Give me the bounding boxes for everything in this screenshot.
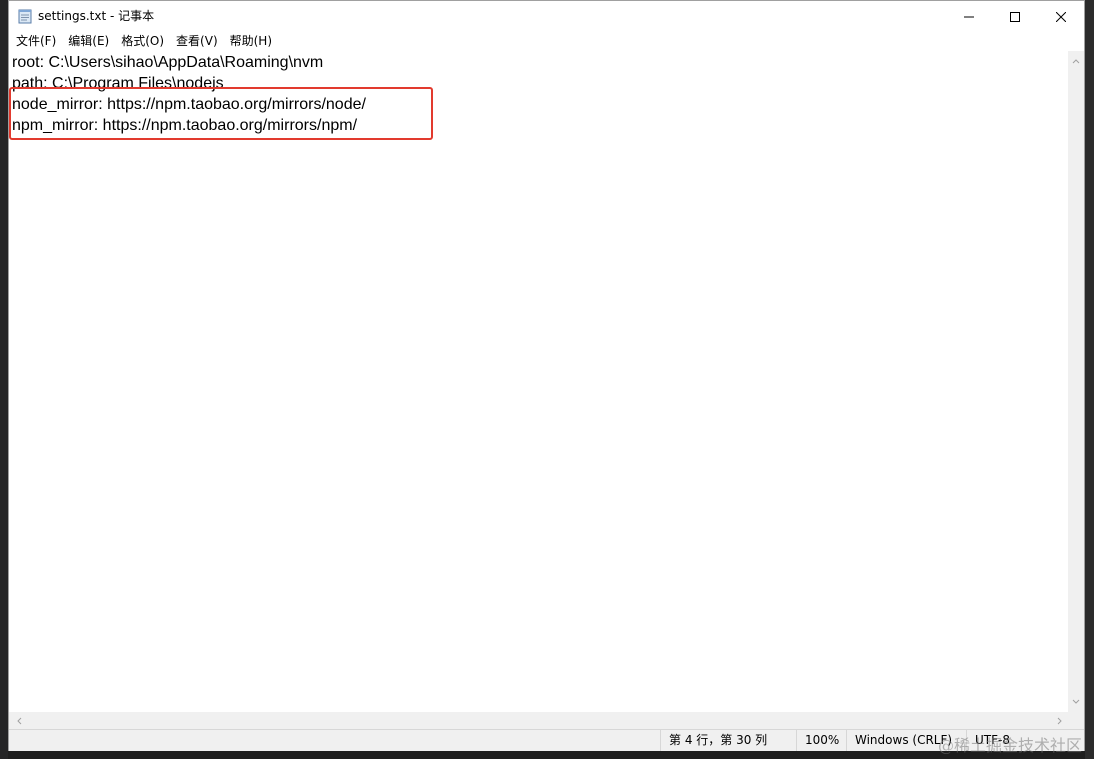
text-editor[interactable]: root: C:\Users\sihao\AppData\Roaming\nvm…: [9, 51, 1070, 712]
menu-view[interactable]: 查看(V): [170, 31, 224, 51]
highlight-annotation-box: [9, 87, 433, 140]
scroll-down-icon[interactable]: [1068, 694, 1084, 710]
scroll-left-icon[interactable]: [11, 713, 27, 729]
maximize-button[interactable]: [992, 1, 1038, 31]
menu-file[interactable]: 文件(F): [10, 31, 62, 51]
status-bar: 第 4 行，第 30 列 100% Windows (CRLF) UTF-8: [9, 729, 1084, 751]
menu-format[interactable]: 格式(O): [115, 31, 170, 51]
horizontal-scrollbar[interactable]: [9, 712, 1070, 729]
scrollbar-corner: [1068, 712, 1084, 729]
text-line: root: C:\Users\sihao\AppData\Roaming\nvm: [12, 54, 324, 71]
watermark-text: @稀土掘金技术社区: [937, 736, 1082, 755]
window-title: settings.txt - 记事本: [38, 9, 155, 23]
background-editor-left: [0, 0, 8, 759]
minimize-icon: [964, 7, 974, 26]
close-button[interactable]: [1038, 1, 1084, 31]
menu-edit[interactable]: 编辑(E): [62, 31, 115, 51]
scroll-up-icon[interactable]: [1068, 53, 1084, 69]
title-bar[interactable]: settings.txt - 记事本: [9, 1, 1084, 31]
notepad-window: settings.txt - 记事本 文件(F) 编辑(E) 格式(O) 查看(…: [8, 0, 1085, 751]
cursor-position: 第 4 行，第 30 列: [660, 730, 796, 751]
menu-help[interactable]: 帮助(H): [224, 31, 278, 51]
menu-bar: 文件(F) 编辑(E) 格式(O) 查看(V) 帮助(H): [9, 31, 1084, 51]
close-icon: [1055, 7, 1067, 26]
scroll-right-icon[interactable]: [1052, 713, 1068, 729]
zoom-level: 100%: [796, 730, 846, 751]
vertical-scrollbar[interactable]: [1068, 51, 1084, 712]
maximize-icon: [1010, 7, 1020, 26]
background-editor-right: [1085, 0, 1094, 759]
minimize-button[interactable]: [946, 1, 992, 31]
notepad-icon: [18, 8, 32, 24]
